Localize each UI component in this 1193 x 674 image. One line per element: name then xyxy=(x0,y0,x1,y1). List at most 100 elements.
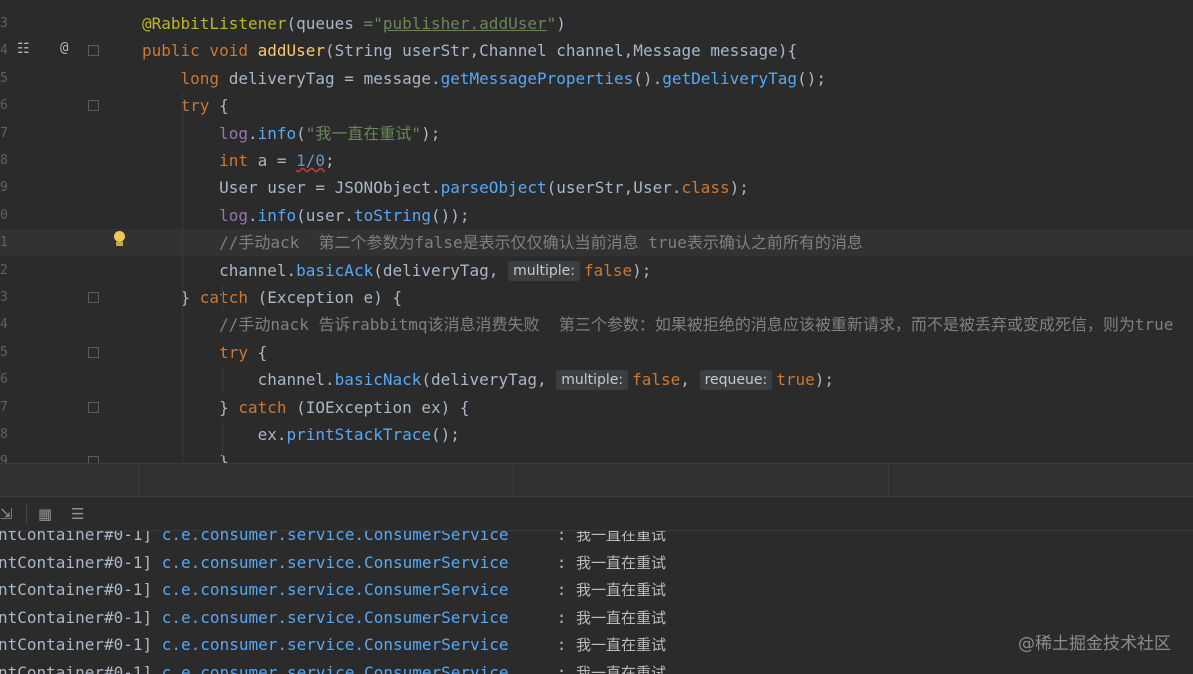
code-line[interactable]: 2 channel.basicAck(deliveryTag, multiple… xyxy=(0,257,1193,284)
code-token: (deliveryTag, xyxy=(421,370,557,390)
code-line[interactable]: 5 long deliveryTag = message.getMessageP… xyxy=(0,65,1193,92)
code-text: } catch (Exception e) { xyxy=(142,284,403,311)
line-number: 4 xyxy=(0,317,8,333)
code-line[interactable]: 0 log.info(user.toString()); xyxy=(0,202,1193,229)
parameter-hint: multiple: xyxy=(508,260,580,281)
code-token: public void xyxy=(142,41,258,61)
line-number: 6 xyxy=(0,98,8,114)
code-token: message xyxy=(363,68,431,88)
console-logger: c.e.consumer.service.ConsumerService xyxy=(161,607,509,627)
code-token: , xyxy=(680,370,700,390)
code-token: queues xyxy=(296,14,354,33)
console-thread: ntContainer#0-1] xyxy=(0,552,162,572)
code-token: catch xyxy=(199,288,258,307)
code-token: =" xyxy=(353,14,383,33)
code-token: try xyxy=(142,342,258,362)
code-token: getDeliveryTag xyxy=(662,68,798,88)
line-number: 1 xyxy=(0,235,8,251)
fold-marker-icon[interactable] xyxy=(88,45,99,57)
code-token: 1/0 xyxy=(296,151,326,170)
code-text: long deliveryTag = message.getMessagePro… xyxy=(142,65,826,92)
line-number: 5 xyxy=(0,344,8,360)
code-line[interactable]: 9 } xyxy=(0,448,1193,463)
code-line[interactable]: 8 int a = 1/0; xyxy=(0,147,1193,174)
code-token: basicAck xyxy=(296,260,374,280)
soft-wrap-icon[interactable]: ☰ xyxy=(71,505,84,523)
code-token: a = xyxy=(257,151,297,170)
code-token: } xyxy=(142,452,229,463)
divider xyxy=(513,464,514,498)
console-output[interactable]: ntContainer#0-1] c.e.consumer.service.Co… xyxy=(0,531,1193,674)
table-icon[interactable]: ▦ xyxy=(38,505,52,523)
code-token: catch xyxy=(238,397,297,417)
fold-marker-icon[interactable] xyxy=(88,401,99,413)
code-token: toString xyxy=(353,205,431,225)
code-token: userStr xyxy=(556,178,624,198)
code-line[interactable]: 5 try { xyxy=(0,339,1193,366)
editor-status-strip xyxy=(0,463,1193,498)
fold-marker-icon[interactable] xyxy=(88,456,99,463)
code-token: ( xyxy=(546,178,557,198)
console-sep: : xyxy=(508,662,576,674)
code-token: deliveryTag = xyxy=(228,68,364,88)
override-marker-icon[interactable]: @ xyxy=(60,40,68,56)
code-text: int a = 1/0; xyxy=(142,147,335,174)
parameter-hint: multiple: xyxy=(556,370,629,391)
code-line[interactable]: 1 //手动ack 第二个参数为false是表示仅仅确认当前消息 true表示确… xyxy=(0,229,1193,257)
code-token: userStr xyxy=(402,41,470,61)
code-token: log xyxy=(142,123,248,143)
code-text: try { xyxy=(142,339,267,366)
code-token: long xyxy=(142,68,229,88)
code-editor[interactable]: 3 @RabbitListener(queues ="publisher.addU… xyxy=(0,0,1193,463)
code-line[interactable]: 4 public void addUser(String userStr,Chan… xyxy=(0,37,1193,64)
code-text: log.info("我一直在重试"); xyxy=(142,120,440,147)
code-line[interactable]: 8 ex.printStackTrace(); xyxy=(0,421,1193,448)
code-token: @RabbitListener xyxy=(142,14,287,33)
console-sep: : xyxy=(508,580,576,599)
code-line[interactable]: 6 try { xyxy=(0,92,1193,119)
code-token: } xyxy=(142,397,239,417)
code-token: log xyxy=(142,205,248,225)
parameter-hint: requeue: xyxy=(699,370,773,391)
code-line[interactable]: 3 } catch (Exception e) { xyxy=(0,284,1193,311)
fold-marker-icon[interactable] xyxy=(88,292,99,303)
console-thread: ntContainer#0-1] xyxy=(0,607,162,627)
code-token: ); xyxy=(729,178,749,198)
code-token: publisher.addUser xyxy=(382,14,547,33)
console-sep: : xyxy=(508,607,576,627)
code-token: JSONObject xyxy=(334,178,431,198)
code-line[interactable]: 7 } catch (IOException ex) { xyxy=(0,394,1193,421)
console-line: ntContainer#0-1] c.e.consumer.service.Co… xyxy=(0,531,666,548)
line-number: 9 xyxy=(0,180,8,196)
console-msg: 我一直在重试 xyxy=(575,608,666,627)
code-text: User user = JSONObject.parseObject(userS… xyxy=(142,174,749,201)
lightbulb-icon[interactable] xyxy=(112,231,126,247)
console-line: ntContainer#0-1] c.e.consumer.service.Co… xyxy=(0,576,666,603)
code-line[interactable]: 3 @RabbitListener(queues ="publisher.addU… xyxy=(0,10,1193,37)
line-number: 2 xyxy=(0,262,8,278)
scroll-to-end-icon[interactable]: ⇲ xyxy=(0,505,13,523)
code-line[interactable]: 9 User user = JSONObject.parseObject(use… xyxy=(0,174,1193,201)
code-token: (Exception e) { xyxy=(257,288,403,307)
code-line[interactable]: 4 //手动nack 告诉rabbitmq该消息消费失败 第三个参数：如果被拒绝… xyxy=(0,311,1193,338)
code-token: //手动nack 告诉rabbitmq该消息消费失败 第三个参数：如果被拒绝的消… xyxy=(142,315,1174,335)
code-token: User user = xyxy=(142,178,335,198)
fold-marker-icon[interactable] xyxy=(88,100,99,112)
fold-marker-icon[interactable] xyxy=(88,346,99,358)
code-text: ex.printStackTrace(); xyxy=(142,421,460,448)
console-thread: ntContainer#0-1] xyxy=(0,531,162,544)
code-token: { xyxy=(219,96,229,116)
code-token: . xyxy=(430,178,441,198)
code-token: } xyxy=(142,288,200,307)
console-thread: ntContainer#0-1] xyxy=(0,635,162,654)
code-token: . xyxy=(247,123,258,143)
divider xyxy=(888,464,889,498)
console-msg: 我一直在重试 xyxy=(575,553,666,572)
code-token: parseObject xyxy=(440,178,547,198)
code-line[interactable]: 7 log.info("我一直在重试"); xyxy=(0,120,1193,147)
code-line[interactable]: 6 channel.basicNack(deliveryTag, multipl… xyxy=(0,366,1193,393)
database-icon[interactable]: ☷ xyxy=(17,41,30,57)
indent-guide xyxy=(222,421,223,463)
console-logger: c.e.consumer.service.ConsumerService xyxy=(161,552,509,572)
console-msg: 我一直在重试 xyxy=(575,636,666,654)
